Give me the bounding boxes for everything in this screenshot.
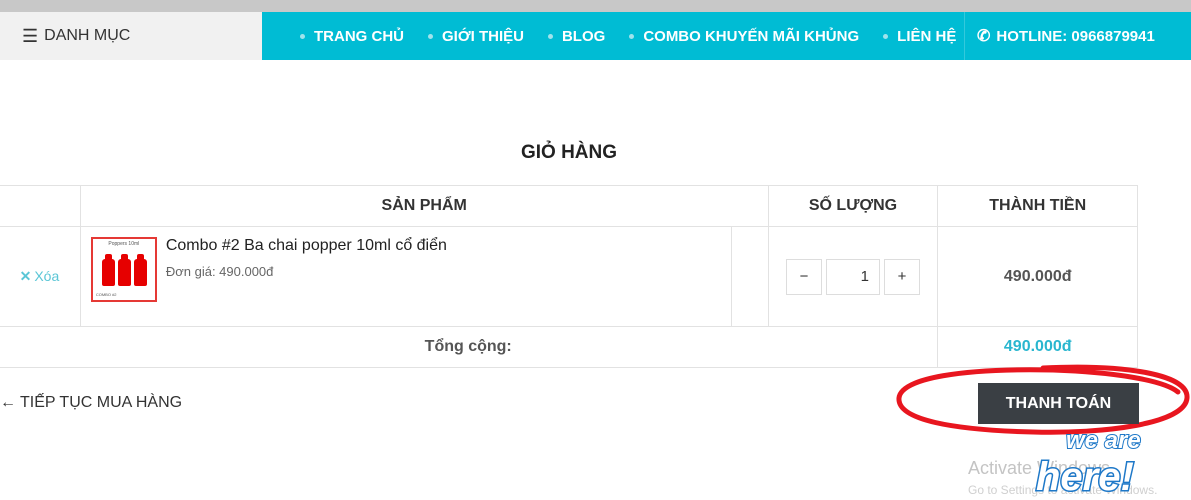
continue-shopping-link[interactable]: ← TIẾP TỤC MUA HÀNG bbox=[0, 394, 182, 412]
quantity-stepper: − + bbox=[786, 258, 920, 295]
remove-column-header bbox=[0, 185, 81, 227]
bottle-shape bbox=[117, 254, 131, 286]
hotline-link[interactable]: ✆ HOTLINE: 0966879941 bbox=[964, 12, 1155, 60]
bottle-shape bbox=[101, 254, 115, 286]
nav-item-combo[interactable]: COMBO KHUYẾN MÃI KHỦNG bbox=[629, 28, 859, 45]
we-are-here-sticker: we are here! bbox=[1035, 426, 1142, 500]
category-menu-label: DANH MỤC bbox=[44, 27, 131, 44]
hamburger-menu-icon: ☰ bbox=[22, 25, 39, 46]
product-name-link[interactable]: Combo #2 Ba chai popper 10ml cổ điển bbox=[166, 237, 447, 255]
decrease-quantity-button[interactable]: − bbox=[786, 258, 822, 295]
nav-item-home[interactable]: TRANG CHỦ bbox=[300, 28, 404, 45]
total-label: Tổng cộng: bbox=[0, 326, 939, 368]
nav-item-label: GIỚI THIỆU bbox=[442, 27, 524, 45]
quantity-cell: − + bbox=[767, 226, 939, 327]
subtotal-column-header: THÀNH TIỀN bbox=[937, 185, 1138, 227]
product-unit-price: Đơn giá: 490.000đ bbox=[165, 264, 274, 279]
quantity-input[interactable] bbox=[826, 258, 880, 295]
quantity-column-header: SỐ LƯỢNG bbox=[767, 185, 939, 227]
sticker-text-top: we are bbox=[1066, 427, 1141, 454]
page-title: GIỎ HÀNG bbox=[520, 142, 618, 163]
remove-label: Xóa bbox=[34, 268, 60, 284]
empty-cell bbox=[730, 226, 769, 327]
browser-top-strip bbox=[0, 0, 1191, 12]
increase-quantity-button[interactable]: + bbox=[884, 258, 920, 295]
bullet-dot-icon bbox=[428, 33, 433, 39]
bullet-dot-icon bbox=[883, 33, 889, 39]
cart-header-row: SẢN PHẨM SỐ LƯỢNG THÀNH TIỀN bbox=[0, 185, 1138, 227]
sticker-text-bottom: here! bbox=[1036, 455, 1134, 499]
nav-item-about[interactable]: GIỚI THIỆU bbox=[428, 28, 524, 45]
nav-item-blog[interactable]: BLOG bbox=[547, 27, 606, 45]
top-navigation-bar: ☰ DANH MỤC TRANG CHỦ GIỚI THIỆU BLOG COM… bbox=[0, 12, 1191, 60]
bullet-dot-icon bbox=[300, 33, 305, 39]
remove-item-link[interactable]: ✕ Xóa bbox=[20, 268, 60, 284]
category-menu-button[interactable]: ☰ DANH MỤC bbox=[0, 12, 262, 60]
phone-icon: ✆ bbox=[977, 28, 991, 45]
nav-item-label: BLOG bbox=[561, 27, 606, 45]
thumbnail-bottom-label: COMBO #2 bbox=[95, 292, 117, 297]
thumbnail-top-label: Poppers 10ml bbox=[108, 241, 140, 247]
bottle-shape bbox=[133, 254, 147, 286]
product-cell: Poppers 10ml COMBO #2 Combo #2 Ba chai p… bbox=[79, 226, 732, 327]
hotline-label: HOTLINE: 0966879941 bbox=[996, 27, 1155, 45]
subtotal-cell: 490.000đ bbox=[937, 226, 1138, 327]
close-icon: ✕ bbox=[19, 268, 32, 284]
nav-item-label: COMBO KHUYẾN MÃI KHỦNG bbox=[643, 27, 860, 45]
nav-item-contact[interactable]: LIÊN HỆ bbox=[883, 28, 956, 45]
nav-item-label: LIÊN HỆ bbox=[897, 27, 957, 45]
bullet-dot-icon bbox=[547, 33, 553, 39]
bottles-image bbox=[101, 254, 147, 286]
product-column-header: SẢN PHẨM bbox=[79, 185, 769, 227]
bullet-dot-icon bbox=[629, 33, 635, 39]
cart-table: SẢN PHẨM SỐ LƯỢNG THÀNH TIỀN ✕ Xóa Popper… bbox=[0, 185, 1138, 368]
arrow-left-icon: ← bbox=[0, 394, 16, 411]
remove-cell: ✕ Xóa bbox=[0, 226, 81, 327]
continue-shopping-label: TIẾP TỤC MUA HÀNG bbox=[20, 394, 183, 411]
product-thumbnail[interactable]: Poppers 10ml COMBO #2 bbox=[90, 237, 157, 302]
table-row: ✕ Xóa Poppers 10ml COMBO #2 Combo #2 Ba c… bbox=[0, 226, 1138, 327]
nav-item-label: TRANG CHỦ bbox=[314, 27, 404, 45]
